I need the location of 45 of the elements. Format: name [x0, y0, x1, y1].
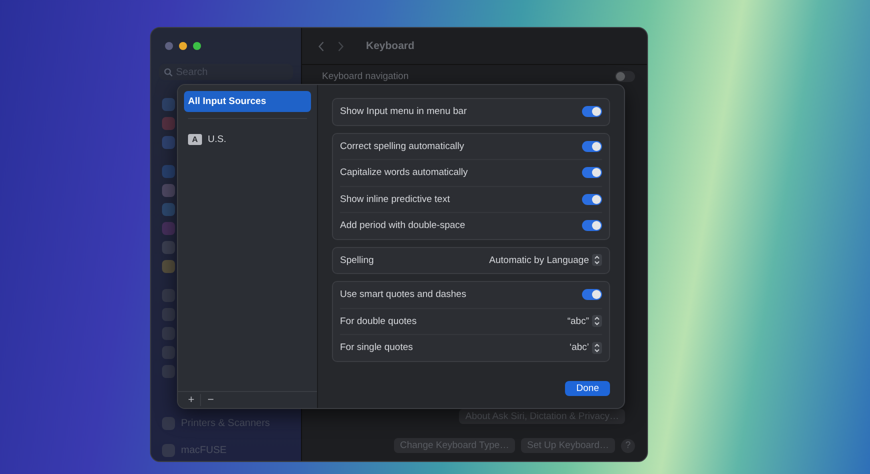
- setting-label: Show inline predictive text: [340, 194, 450, 205]
- app-icon: [162, 203, 175, 216]
- add-button[interactable]: +: [182, 394, 202, 406]
- app-icon: [162, 417, 175, 430]
- setting-label: Add period with double-space: [340, 220, 466, 232]
- keyboard-badge: A: [188, 134, 202, 145]
- toggle-switch[interactable]: [582, 167, 602, 178]
- setting-label: Use smart quotes and dashes: [340, 289, 466, 300]
- toggle-switch[interactable]: [582, 194, 602, 205]
- app-icon: [162, 327, 175, 340]
- app-icon: [162, 241, 175, 254]
- popup-value[interactable]: Automatic by Language: [489, 254, 589, 266]
- setting-label: For single quotes: [340, 342, 413, 354]
- app-icon: [162, 117, 175, 130]
- app-icon: [162, 260, 175, 273]
- toggle-switch[interactable]: [582, 220, 602, 232]
- popup-value[interactable]: “abc”: [567, 316, 589, 327]
- toggle-switch[interactable]: [582, 289, 602, 300]
- stepper-icon[interactable]: [592, 342, 602, 354]
- popup-value[interactable]: ‘abc’: [569, 342, 589, 354]
- app-icon: [162, 165, 175, 178]
- setting-label: Spelling: [340, 254, 374, 266]
- app-icon: [162, 222, 175, 235]
- window-title: Keyboard: [366, 40, 414, 52]
- setting-label: For double quotes: [340, 316, 417, 327]
- stepper-icon[interactable]: [592, 254, 602, 266]
- app-icon: [162, 98, 175, 111]
- setting-label: Correct spelling automatically: [340, 140, 464, 152]
- app-icon: [162, 346, 175, 359]
- remove-button[interactable]: −: [201, 394, 220, 406]
- input-source-item[interactable]: A U.S.: [184, 129, 311, 150]
- app-icon: [162, 308, 175, 321]
- app-icon: [162, 365, 175, 378]
- app-icon: [162, 136, 175, 149]
- setting-label: Keyboard navigation: [322, 71, 409, 82]
- setting-label: Show Input menu in menu bar: [340, 106, 467, 118]
- input-source-item[interactable]: All Input Sources: [184, 91, 311, 112]
- stepper-icon[interactable]: [592, 315, 602, 328]
- toggle-switch[interactable]: [615, 71, 635, 82]
- done-button[interactable]: Done: [565, 381, 610, 396]
- setting-label: Capitalize words automatically: [340, 167, 468, 178]
- toggle-switch[interactable]: [582, 140, 602, 152]
- app-icon: [162, 184, 175, 197]
- app-icon: [162, 289, 175, 302]
- toggle-switch[interactable]: [582, 106, 602, 118]
